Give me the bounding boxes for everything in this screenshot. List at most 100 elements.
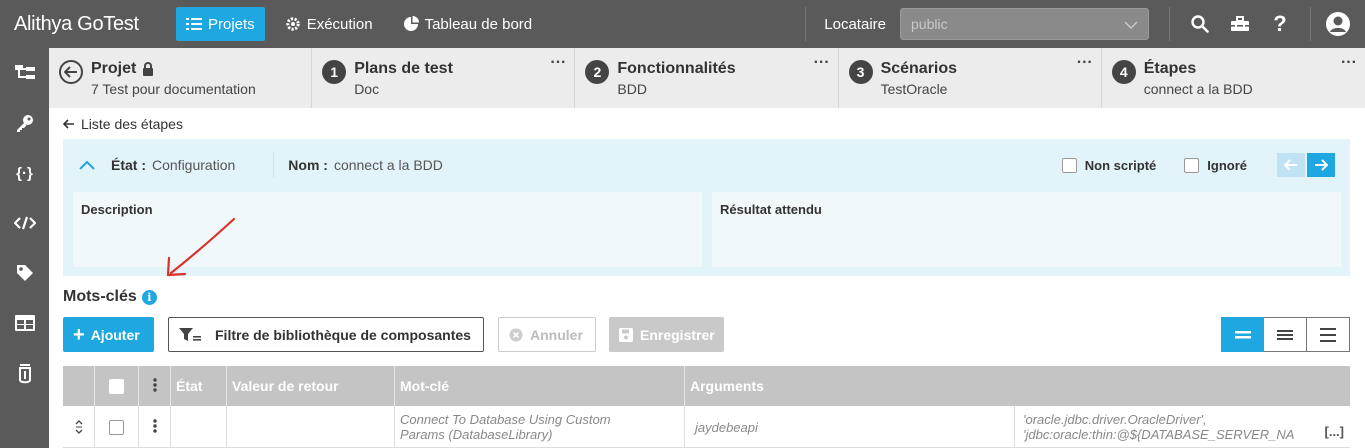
add-keyword-button[interactable]: + Ajouter [63, 317, 154, 352]
more-options-icon[interactable]: ··· [814, 54, 830, 72]
top-bar: Alithya GoTest Projets Exécution Tableau… [0, 0, 1365, 48]
help-icon[interactable]: ? [1260, 11, 1300, 37]
row-checkbox[interactable] [109, 419, 124, 435]
code-icon[interactable] [0, 198, 49, 248]
library-filter-button[interactable]: Filtre de bibliothèque de composantes [168, 317, 484, 352]
col-select [95, 366, 139, 406]
bulb-icon[interactable] [0, 348, 49, 398]
breadcrumb-test-plans-subtitle: Doc [354, 81, 380, 97]
tenant-select[interactable]: public [900, 8, 1149, 40]
keywords-title: Mots-clés [63, 288, 137, 305]
cancel-label: Annuler [530, 326, 583, 343]
key-icon[interactable] [0, 98, 49, 148]
breadcrumb-project-subtitle: 7 Test pour documentation [91, 81, 256, 97]
keywords-table: État Valeur de retour Mot-clé Arguments … [63, 366, 1350, 448]
braces-icon[interactable]: {·} [0, 148, 49, 198]
row-argument-1-cell[interactable]: jaydebeapi [685, 406, 1015, 448]
expand-arguments-button[interactable]: [...] [1320, 424, 1344, 439]
nav-dashboard-button[interactable]: Tableau de bord [393, 7, 543, 41]
step-header-row: État : Configuration Nom : connect a la … [63, 139, 1350, 191]
col-keyword[interactable]: Mot-clé [395, 366, 685, 406]
keyword-text-line2: Params (DatabaseLibrary) [400, 427, 553, 442]
annotation-arrow-icon [166, 217, 236, 277]
library-filter-label: Filtre de bibliothèque de composantes [215, 326, 471, 343]
col-arguments[interactable]: Arguments [685, 366, 1350, 406]
app-logo[interactable]: Alithya GoTest [0, 13, 176, 36]
step-number-badge: 3 [848, 60, 873, 84]
nav-execution-button[interactable]: Exécution [275, 7, 383, 41]
save-button[interactable]: Enregistrer [609, 317, 724, 352]
filter-icon [179, 327, 201, 343]
breadcrumb-features-title: Fonctionnalités [617, 60, 736, 77]
state-label: État : [111, 157, 146, 173]
search-icon[interactable] [1180, 15, 1220, 33]
ignored-checkbox[interactable] [1184, 157, 1200, 173]
next-step-button[interactable] [1307, 153, 1335, 177]
breadcrumb-steps-subtitle: connect a la BDD [1143, 81, 1253, 97]
row-return-value-cell[interactable] [227, 406, 395, 448]
nav-execution-label: Exécution [306, 15, 373, 33]
breadcrumb-scenarios-subtitle: TestOracle [880, 81, 948, 97]
add-keyword-label: Ajouter [90, 326, 140, 343]
breadcrumb-features[interactable]: 2 Fonctionnalités BDD ··· [575, 48, 839, 108]
back-to-steps-link[interactable]: Liste des étapes [63, 116, 183, 132]
select-all-checkbox[interactable] [109, 378, 124, 394]
breadcrumb-test-plans[interactable]: 1 Plans de test Doc ··· [312, 48, 576, 108]
breadcrumb-scenarios[interactable]: 3 Scénarios TestOracle ··· [839, 48, 1102, 108]
vertical-dots-icon [152, 377, 157, 395]
cancel-button[interactable]: Annuler [498, 317, 596, 352]
arrow-left-icon [63, 119, 75, 129]
row-keyword-cell[interactable]: Connect To Database Using Custom Params … [395, 406, 685, 448]
not-scripted-checkbox[interactable] [1061, 157, 1077, 173]
tenant-label: Locataire [824, 15, 886, 33]
gear-icon [285, 16, 301, 32]
row-actions-cell[interactable] [139, 406, 171, 448]
more-options-icon[interactable]: ··· [1341, 54, 1357, 72]
breadcrumb-steps[interactable]: 4 Étapes connect a la BDD ··· [1102, 48, 1365, 108]
breadcrumb-scenarios-title: Scénarios [880, 60, 958, 77]
expected-result-field[interactable]: Résultat attendu [712, 192, 1341, 267]
state-value: Configuration [152, 157, 236, 173]
back-link-label: Liste des étapes [81, 116, 183, 132]
view-expanded-button[interactable] [1307, 317, 1350, 352]
vertical-dots-icon [152, 418, 157, 436]
breadcrumb-features-subtitle: BDD [617, 81, 647, 97]
col-actions[interactable] [139, 366, 171, 406]
hierarchy-icon[interactable] [0, 48, 49, 98]
drag-handle-icon[interactable] [63, 406, 95, 448]
step-number-badge: 1 [322, 60, 347, 84]
lock-icon [142, 62, 154, 76]
info-icon[interactable]: i [141, 289, 157, 305]
col-return-value[interactable]: Valeur de retour [227, 366, 395, 406]
col-state[interactable]: État [171, 366, 227, 406]
row-argument-2-cell[interactable]: 'oracle.jdbc.driver.OracleDriver', 'jdbc… [1015, 406, 1350, 448]
back-arrow-icon[interactable] [59, 60, 83, 84]
table-row[interactable]: Connect To Database Using Custom Params … [63, 406, 1350, 448]
view-list-button[interactable] [1264, 317, 1307, 352]
nav-dashboard-label: Tableau de bord [424, 15, 533, 33]
name-label: Nom : [288, 157, 328, 173]
view-mode-group [1221, 317, 1350, 352]
tag-icon[interactable] [0, 248, 49, 298]
toolbox-icon[interactable] [1220, 16, 1260, 32]
topbar-divider [1169, 7, 1170, 41]
list-icon [186, 17, 202, 31]
user-icon[interactable] [1311, 11, 1365, 37]
floppy-disk-icon [619, 327, 633, 342]
previous-step-button[interactable] [1277, 153, 1305, 177]
keywords-heading: Mots-clés i [63, 288, 157, 306]
col-drag [63, 366, 95, 406]
more-options-icon[interactable]: ··· [1077, 54, 1093, 72]
breadcrumb-project-title: Projet [91, 60, 137, 77]
not-scripted-label: Non scripté [1084, 157, 1157, 173]
nav-projets-button[interactable]: Projets [176, 7, 265, 41]
row-state-cell[interactable] [171, 406, 227, 448]
breadcrumb-project[interactable]: Projet 7 Test pour documentation [49, 48, 313, 108]
sidebar: {·} [0, 48, 49, 448]
argument-text-line2: 'jdbc:oracle:thin:@${DATABASE_SERVER_NA [1023, 427, 1295, 442]
table-icon[interactable] [0, 298, 49, 348]
name-value: connect a la BDD [333, 157, 443, 173]
more-options-icon[interactable]: ··· [550, 54, 566, 72]
view-compact-button[interactable] [1221, 317, 1264, 352]
chevron-up-icon[interactable] [79, 160, 95, 170]
